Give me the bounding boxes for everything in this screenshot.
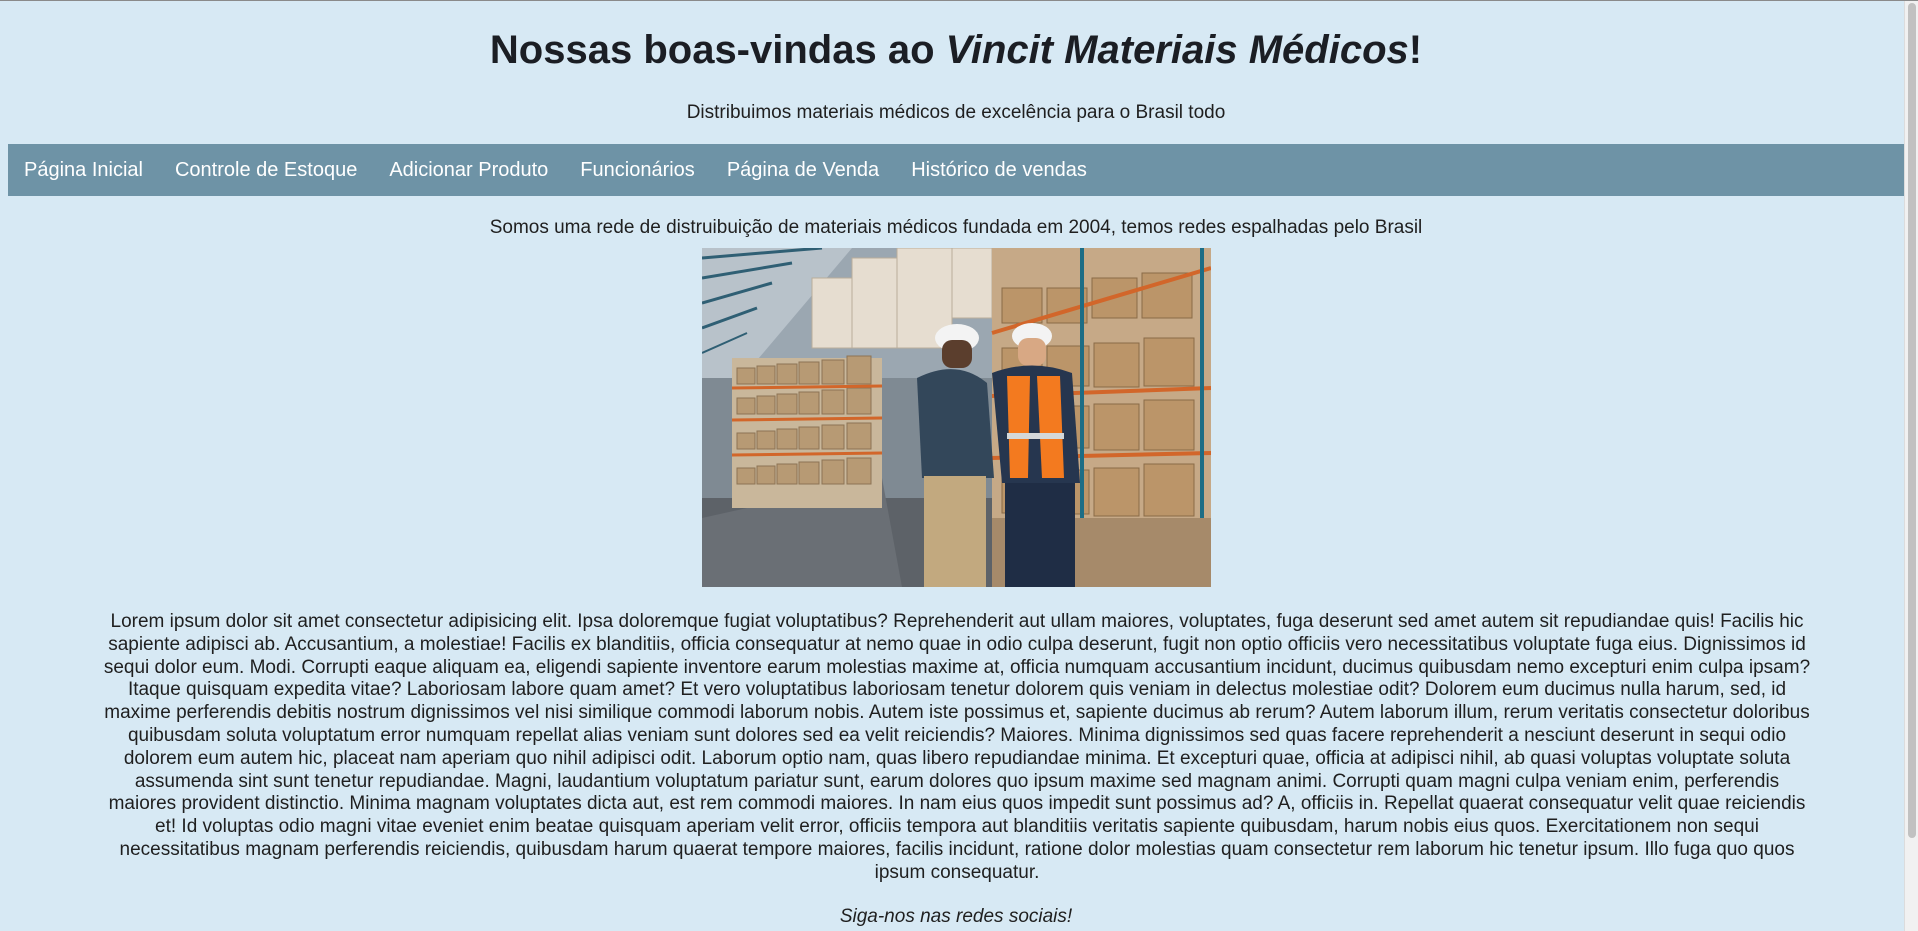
nav-item-historico-vendas[interactable]: Histórico de vendas	[911, 159, 1087, 182]
page-title: Nossas boas-vindas ao Vincit Materiais M…	[8, 1, 1904, 74]
main-navbar: Página Inicial Controle de Estoque Adici…	[8, 144, 1904, 196]
title-prefix: Nossas boas-vindas ao	[489, 28, 946, 72]
social-heading: Siga-nos nas redes sociais!	[839, 905, 1073, 927]
nav-item-controle-estoque[interactable]: Controle de Estoque	[175, 159, 357, 182]
nav-item-funcionarios[interactable]: Funcionários	[580, 159, 695, 182]
nav-item-pagina-inicial[interactable]: Página Inicial	[24, 159, 143, 182]
body-paragraph: Lorem ipsum dolor sit amet consectetur a…	[103, 611, 1811, 883]
warehouse-photo	[701, 248, 1211, 587]
nav-item-adicionar-produto[interactable]: Adicionar Produto	[389, 159, 548, 182]
intro-text: Somos uma rede de distruibuição de mater…	[489, 217, 1423, 238]
page-subtitle: Distribuimos materiais médicos de excelê…	[686, 102, 1226, 123]
page: Nossas boas-vindas ao Vincit Materiais M…	[0, 0, 1918, 931]
scrollbar-thumb[interactable]	[1908, 3, 1916, 838]
title-suffix: !	[1408, 28, 1423, 72]
hero-image-container	[8, 248, 1904, 587]
page-content: Nossas boas-vindas ao Vincit Materiais M…	[0, 1, 1904, 929]
vertical-scrollbar[interactable]	[1904, 1, 1918, 931]
brand-name: Vincit Materiais Médicos	[945, 28, 1409, 72]
nav-item-pagina-venda[interactable]: Página de Venda	[727, 159, 879, 182]
